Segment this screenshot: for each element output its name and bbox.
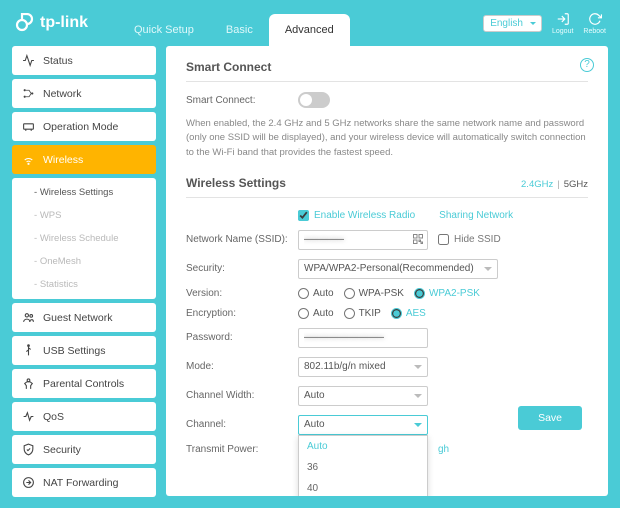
version-wpa-radio[interactable]: WPA-PSK (344, 288, 404, 299)
band-switch[interactable]: 2.4GHz|5GHz (521, 179, 588, 197)
smart-connect-title: Smart Connect (186, 60, 588, 82)
subnav-wireless-schedule[interactable]: - Wireless Schedule (12, 227, 156, 250)
version-wpa2-radio[interactable]: WPA2-PSK (414, 288, 480, 299)
channel-option-36[interactable]: 36 (299, 457, 427, 478)
version-auto-radio[interactable]: Auto (298, 288, 334, 299)
security-label: Security: (186, 263, 298, 274)
sidebar-item-network[interactable]: Network (12, 79, 156, 108)
encryption-label: Encryption: (186, 308, 298, 319)
channel-width-select[interactable]: Auto (298, 386, 428, 406)
language-select[interactable]: English (483, 15, 542, 32)
tab-basic[interactable]: Basic (210, 14, 269, 46)
sidebar-item-status[interactable]: Status (12, 46, 156, 75)
wireless-settings-title: Wireless Settings (186, 176, 286, 197)
sidebar-item-qos[interactable]: QoS (12, 402, 156, 431)
password-label: Password: (186, 332, 298, 343)
transmit-power-label: Transmit Power: (186, 444, 298, 455)
ssid-input[interactable] (298, 230, 428, 250)
smart-connect-label: Smart Connect: (186, 95, 298, 106)
tab-advanced[interactable]: Advanced (269, 14, 350, 46)
channel-dropdown[interactable]: Auto36404448149153 (298, 435, 428, 496)
channel-width-label: Channel Width: (186, 390, 298, 401)
save-button[interactable]: Save (518, 406, 582, 430)
qr-icon[interactable] (412, 233, 424, 248)
sidebar-item-wireless[interactable]: Wireless (12, 145, 156, 174)
sidebar-item-nat-forwarding[interactable]: NAT Forwarding (12, 468, 156, 497)
version-label: Version: (186, 288, 298, 299)
ssid-label: Network Name (SSID): (186, 234, 298, 245)
channel-option-auto[interactable]: Auto (299, 436, 427, 457)
subnav-wireless-settings[interactable]: - Wireless Settings (12, 181, 156, 204)
sidebar-item-operation-mode[interactable]: Operation Mode (12, 112, 156, 141)
encryption-tkip-radio[interactable]: TKIP (344, 308, 381, 319)
wireless-submenu: - Wireless Settings - WPS - Wireless Sch… (12, 178, 156, 299)
channel-select[interactable]: Auto (298, 415, 428, 435)
password-input[interactable] (298, 328, 428, 348)
encryption-aes-radio[interactable]: AES (391, 308, 426, 319)
channel-option-40[interactable]: 40 (299, 478, 427, 496)
channel-label: Channel: (186, 419, 298, 430)
security-select[interactable]: WPA/WPA2-Personal(Recommended) (298, 259, 498, 279)
subnav-onemesh[interactable]: - OneMesh (12, 250, 156, 273)
logout-button[interactable]: Logout (552, 12, 573, 35)
reboot-button[interactable]: Reboot (583, 12, 606, 35)
sidebar-item-usb-settings[interactable]: USB Settings (12, 336, 156, 365)
sidebar-item-guest-network[interactable]: Guest Network (12, 303, 156, 332)
brand-logo: tp-link (14, 13, 88, 33)
mode-select[interactable]: 802.11b/g/n mixed (298, 357, 428, 377)
sharing-network-link[interactable]: Sharing Network (439, 210, 513, 221)
content-panel: ? Smart Connect Smart Connect: When enab… (166, 46, 608, 496)
sidebar-item-parental-controls[interactable]: Parental Controls (12, 369, 156, 398)
sidebar: Status Network Operation Mode Wireless -… (12, 46, 156, 496)
subnav-wps[interactable]: - WPS (12, 204, 156, 227)
tab-quick-setup[interactable]: Quick Setup (118, 14, 210, 46)
sidebar-item-security[interactable]: Security (12, 435, 156, 464)
mode-label: Mode: (186, 361, 298, 372)
encryption-auto-radio[interactable]: Auto (298, 308, 334, 319)
subnav-statistics[interactable]: - Statistics (12, 273, 156, 296)
enable-wireless-radio-checkbox[interactable]: Enable Wireless Radio (298, 210, 415, 221)
hide-ssid-checkbox[interactable]: Hide SSID (438, 234, 501, 245)
smart-connect-toggle[interactable] (298, 92, 330, 108)
transmit-power-hint: gh (438, 444, 449, 455)
smart-connect-description: When enabled, the 2.4 GHz and 5 GHz netw… (186, 117, 588, 160)
help-icon[interactable]: ? (580, 58, 594, 72)
